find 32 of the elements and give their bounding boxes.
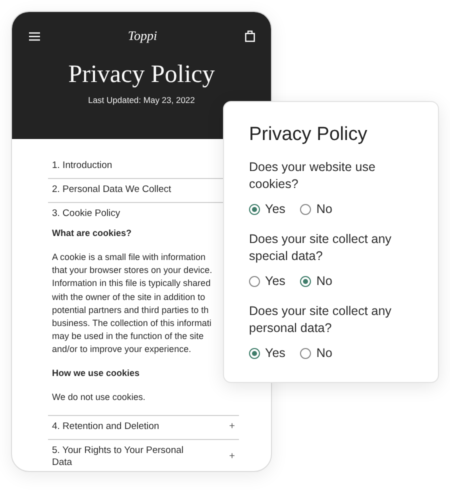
shopping-bag-icon[interactable]: [245, 30, 255, 42]
accordion-item[interactable]: 4. Retention and Deletion: [52, 420, 160, 433]
radio-icon[interactable]: [249, 204, 260, 214]
section-heading: What are cookies?: [52, 228, 133, 238]
radio-icon[interactable]: [249, 348, 260, 358]
accordion-item[interactable]: 1. Introduction: [52, 160, 112, 172]
radio-option[interactable]: No: [300, 202, 332, 216]
radio-icon[interactable]: [300, 276, 312, 286]
radio-option[interactable]: Yes: [249, 274, 286, 288]
accordion-item[interactable]: 5. Your Rights to Your Personal Data: [52, 444, 202, 469]
radio-option[interactable]: Yes: [249, 202, 286, 216]
paragraph: A cookie is a small file with information that your browser stores on your device. Information in this file is typically shared with the owner of the site in addition to potential partners and third parties to th business. The collection of this informati may be used in the function of the site and/or to improve your experience.: [52, 251, 214, 356]
last-updated: Last Updated: May 23, 2022: [88, 95, 195, 105]
radio-option[interactable]: Yes: [249, 346, 286, 360]
radio-icon[interactable]: [300, 204, 312, 214]
page-title: Privacy Policy: [68, 61, 215, 89]
radio-option[interactable]: No: [300, 274, 332, 288]
expand-toggle[interactable]: +: [229, 420, 239, 433]
accordion-item[interactable]: 2. Personal Data We Collect: [52, 184, 172, 196]
radio-icon[interactable]: [300, 348, 312, 358]
accordion-item[interactable]: 3. Cookie Policy: [52, 208, 120, 220]
expand-toggle[interactable]: +: [229, 450, 239, 463]
paragraph: We do not use cookies.: [52, 390, 146, 404]
menu-icon[interactable]: [29, 32, 40, 40]
radio-icon[interactable]: [249, 276, 260, 286]
radio-option[interactable]: No: [300, 346, 332, 360]
logo[interactable]: Toppi: [128, 28, 158, 44]
card-title: Privacy Policy: [249, 124, 368, 146]
section-heading: How we use cookies: [52, 368, 141, 378]
question: Does your site collect any special data?: [249, 231, 392, 265]
question: Does your website use cookies?: [249, 159, 376, 193]
question: Does your site collect any personal data?: [249, 303, 392, 337]
